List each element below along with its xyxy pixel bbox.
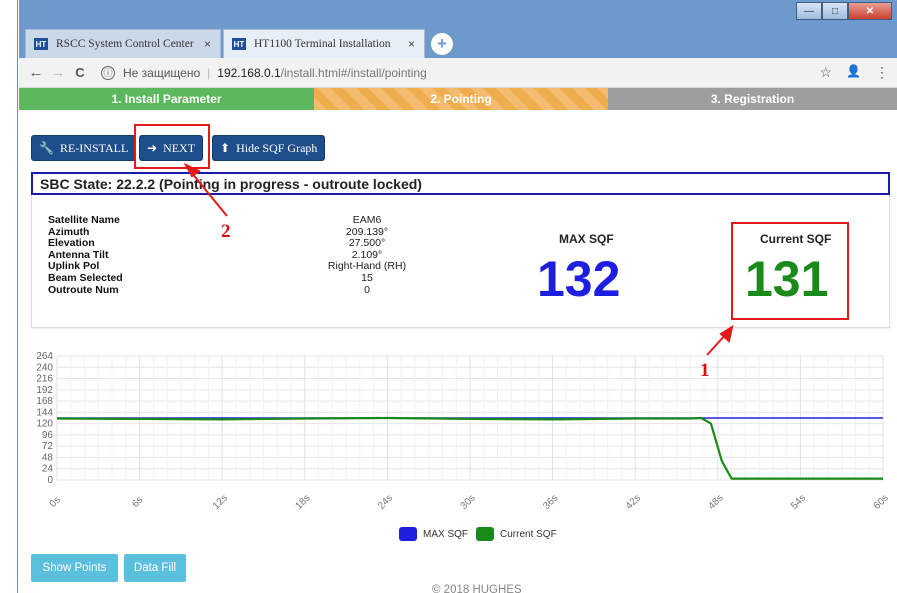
show-points-button[interactable]: Show Points <box>31 554 118 582</box>
sbc-state-banner: SBC State: 22.2.2 (Pointing in progress … <box>31 172 890 195</box>
reinstall-label: RE-INSTALL <box>59 140 129 155</box>
menu-icon[interactable]: ⋮ <box>875 64 889 81</box>
address-toolbar: ← → C ⓘ Не защищено | 192.168.0.1/instal… <box>19 58 897 88</box>
close-window-button[interactable]: ✕ <box>848 2 892 20</box>
maximize-button[interactable]: □ <box>822 2 848 20</box>
annotation-box-current-sqf <box>731 222 849 320</box>
bookmark-star-icon[interactable]: ☆ <box>819 64 832 81</box>
step-install-parameter: 1. Install Parameter <box>19 88 314 110</box>
legend-item-max-sqf[interactable]: MAX SQF <box>399 527 468 541</box>
satellite-name-value: EAM6 <box>352 214 382 226</box>
tab-strip: HT RSCC System Control Center × HT HT110… <box>19 0 897 58</box>
hughes-favicon-icon: HT <box>34 38 48 50</box>
wrench-icon: 🔧 <box>39 140 54 155</box>
url-path: /install.html#/install/pointing <box>280 65 427 80</box>
tab-rscc[interactable]: HT RSCC System Control Center × <box>25 29 221 58</box>
minimize-button[interactable]: — <box>796 2 822 20</box>
close-tab-icon[interactable]: × <box>408 37 415 51</box>
legend-swatch-max <box>399 527 417 541</box>
legend-swatch-current <box>476 527 495 541</box>
window-controls: — □ ✕ <box>796 2 892 20</box>
screen: HT RSCC System Control Center × HT HT110… <box>0 0 897 593</box>
footer-copyright: © 2018 HUGHES <box>432 584 522 593</box>
chart-legend: MAX SQF Current SQF <box>399 527 565 541</box>
tab-ht1100[interactable]: HT HT1100 Terminal Installation × <box>223 29 425 58</box>
toolbar-right: ☆ 👤 ⋮ <box>819 64 889 81</box>
background-window-edge <box>0 0 18 593</box>
reinstall-button[interactable]: 🔧 RE-INSTALL <box>31 135 137 161</box>
legend-label-max: MAX SQF <box>423 528 469 540</box>
security-text: Не защищено <box>123 65 201 80</box>
tab-title: HT1100 Terminal Installation <box>254 38 391 50</box>
step-pointing: 2. Pointing <box>314 88 608 110</box>
annotation-number-2: 2 <box>221 221 231 242</box>
address-bar[interactable]: ⓘ Не защищено | 192.168.0.1/install.html… <box>101 65 427 80</box>
url-text: 192.168.0.1/install.html#/install/pointi… <box>217 66 426 80</box>
max-sqf-label: MAX SQF <box>559 232 614 246</box>
info-labels: Satellite Name Azimuth Elevation Antenna… <box>48 214 123 296</box>
profile-icon[interactable]: 👤 <box>846 64 861 81</box>
outroute-num-label: Outroute Num <box>48 283 119 296</box>
satellite-name-label: Satellite Name <box>48 214 120 226</box>
url-host: 192.168.0.1 <box>217 65 281 80</box>
beam-selected-label: Beam Selected <box>48 271 123 284</box>
step-registration: 3. Registration <box>608 88 897 110</box>
info-values: EAM6 209.139° 27.500° 2.109° Right-Hand … <box>272 214 462 296</box>
back-icon[interactable]: ← <box>25 64 47 81</box>
hide-graph-label: Hide SQF Graph <box>236 140 318 155</box>
forward-icon[interactable]: → <box>47 64 69 81</box>
data-fill-button[interactable]: Data Fill <box>124 554 186 582</box>
progress-steps: 1. Install Parameter 2. Pointing 3. Regi… <box>19 88 897 110</box>
reload-icon[interactable]: C <box>69 65 91 80</box>
address-separator: | <box>207 65 211 80</box>
tab-title: RSCC System Control Center <box>56 38 194 50</box>
info-icon[interactable]: ⓘ <box>101 65 115 80</box>
beam-selected-value: 15 <box>361 271 373 284</box>
new-tab-button[interactable]: + <box>431 33 453 55</box>
hide-sqf-graph-button[interactable]: ⬆ Hide SQF Graph <box>212 135 326 161</box>
max-sqf-value: 132 <box>537 251 621 307</box>
hughes-favicon-icon: HT <box>232 38 246 50</box>
close-tab-icon[interactable]: × <box>204 37 211 51</box>
legend-label-current: Current SQF <box>500 528 557 540</box>
arrow-up-icon: ⬆ <box>220 140 231 155</box>
annotation-number-1: 1 <box>700 360 710 381</box>
outroute-num-value: 0 <box>364 283 370 296</box>
annotation-box-next <box>134 124 210 169</box>
legend-item-current-sqf[interactable]: Current SQF <box>476 527 557 541</box>
